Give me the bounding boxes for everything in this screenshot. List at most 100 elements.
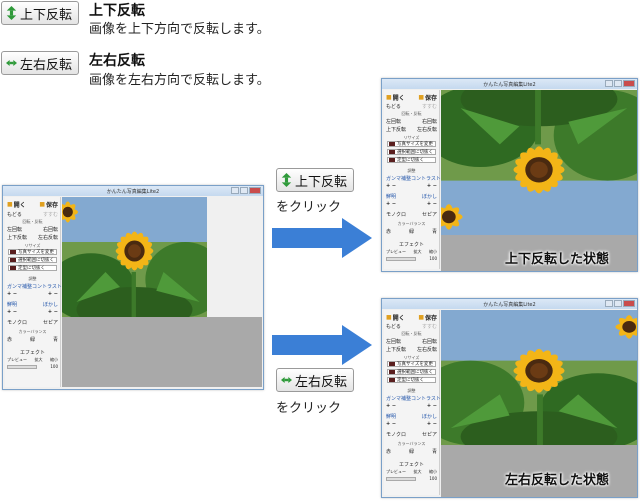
window-title: かんたん写真編集Lite2	[483, 301, 536, 308]
sharpen-stepper[interactable]: + −	[386, 201, 396, 207]
flip-v-button[interactable]: 上下反転	[7, 234, 27, 241]
contrast-label: コントラスト	[32, 284, 62, 290]
flip-v-button[interactable]: 上下反転	[386, 126, 406, 133]
contrast-stepper[interactable]: + −	[427, 183, 437, 189]
save-button[interactable]: ■ 保存	[418, 313, 437, 322]
sharpen-stepper[interactable]: + −	[7, 309, 17, 315]
resize-photo-button[interactable]: 写真サイズを変更	[8, 249, 57, 255]
gamma-stepper[interactable]: + −	[386, 183, 396, 189]
flip-vertical-button[interactable]: 上下反転	[1, 1, 79, 25]
redo-button[interactable]: すすむ	[422, 103, 437, 110]
crop-fixed-button[interactable]: 定型に切抜く	[8, 265, 57, 271]
flip-h-button[interactable]: 左右反転	[417, 346, 437, 353]
sharpen-stepper[interactable]: + −	[386, 421, 396, 427]
rotate-left-button[interactable]: 左回転	[386, 338, 401, 345]
green-stepper[interactable]: 緑	[30, 336, 35, 343]
blur-stepper[interactable]: + −	[427, 421, 437, 427]
blur-stepper[interactable]: + −	[427, 201, 437, 207]
crop-selection-button[interactable]: 選択範囲に切抜く	[387, 369, 436, 375]
maximize-icon[interactable]	[614, 80, 622, 87]
canvas-background	[62, 317, 262, 387]
tool-panel: ■ 開く ■ 保存 もどる すすむ 回転・反転 左回転 右回転 上下反転 左右反転 リサイズ…	[384, 90, 441, 269]
sepia-button[interactable]: セピア	[422, 211, 437, 218]
mono-button[interactable]: モノクロ	[7, 319, 27, 326]
mono-button[interactable]: モノクロ	[386, 211, 406, 218]
effect-button[interactable]: エフェクト	[5, 349, 60, 356]
flip-vertical-description: 画像を上下方向で反転します。	[89, 22, 270, 37]
flip-horizontal-result-label: 左右反転した状態	[505, 473, 610, 488]
open-button[interactable]: ■ 開く	[7, 200, 26, 209]
zoom-slider[interactable]	[386, 476, 416, 481]
save-button[interactable]: ■ 保存	[39, 200, 58, 209]
red-stepper[interactable]: 赤	[7, 336, 12, 343]
green-stepper[interactable]: 緑	[409, 448, 414, 455]
original-photo	[62, 197, 207, 317]
red-stepper[interactable]: 赤	[386, 228, 391, 235]
flip-vertical-button-callout[interactable]: 上下反転	[276, 168, 354, 192]
flip-horizontal-button-label: 左右反転	[19, 57, 72, 73]
contrast-stepper[interactable]: + −	[48, 291, 58, 297]
mono-button[interactable]: モノクロ	[386, 431, 406, 438]
blue-stepper[interactable]: 青	[432, 228, 437, 235]
redo-button[interactable]: すすむ	[43, 211, 58, 218]
adjust-section-label: 調整	[28, 276, 37, 281]
zoom-slider[interactable]	[386, 256, 416, 261]
rotate-left-button[interactable]: 左回転	[386, 118, 401, 125]
rotate-right-button[interactable]: 右回転	[43, 226, 58, 233]
rotate-left-button[interactable]: 左回転	[7, 226, 22, 233]
preview-label: プレビュー	[7, 357, 27, 362]
minimize-icon[interactable]	[605, 80, 613, 87]
crop-fixed-button[interactable]: 定型に切抜く	[387, 377, 436, 383]
gamma-stepper[interactable]: + −	[386, 403, 396, 409]
flip-h-button[interactable]: 左右反転	[38, 234, 58, 241]
close-icon[interactable]	[623, 300, 635, 307]
red-stepper[interactable]: 赤	[386, 448, 391, 455]
undo-button[interactable]: もどる	[386, 103, 401, 110]
blue-stepper[interactable]: 青	[432, 448, 437, 455]
blur-stepper[interactable]: + −	[48, 309, 58, 315]
resize-photo-button[interactable]: 写真サイズを変更	[387, 141, 436, 147]
contrast-stepper[interactable]: + −	[427, 403, 437, 409]
rotate-right-button[interactable]: 右回転	[422, 338, 437, 345]
flip-v-button[interactable]: 上下反転	[386, 346, 406, 353]
flip-horizontal-button-callout[interactable]: 左右反転	[276, 368, 354, 392]
window-title: かんたん写真編集Lite2	[106, 188, 160, 195]
undo-button[interactable]: もどる	[386, 323, 401, 330]
zoom-slider[interactable]	[7, 364, 37, 369]
flipped-horizontal-photo	[441, 310, 637, 445]
resize-photo-button[interactable]: 写真サイズを変更	[387, 361, 436, 367]
gamma-stepper[interactable]: + −	[7, 291, 17, 297]
green-stepper[interactable]: 緑	[409, 228, 414, 235]
zoom-in-label: 拡大	[413, 249, 422, 254]
sepia-button[interactable]: セピア	[43, 319, 58, 326]
effect-button[interactable]: エフェクト	[384, 241, 439, 248]
minimize-icon[interactable]	[605, 300, 613, 307]
blur-label: ぼかし	[421, 414, 437, 420]
open-button[interactable]: ■ 開く	[386, 93, 405, 102]
close-icon[interactable]	[249, 187, 261, 194]
blue-stepper[interactable]: 青	[53, 336, 58, 343]
save-button[interactable]: ■ 保存	[418, 93, 437, 102]
redo-button[interactable]: すすむ	[422, 323, 437, 330]
flip-horizontal-title: 左右反転	[89, 53, 145, 69]
crop-fixed-button[interactable]: 定型に切抜く	[387, 157, 436, 163]
blur-label: ぼかし	[42, 302, 58, 308]
crop-selection-button[interactable]: 選択範囲に切抜く	[387, 149, 436, 155]
folder-icon: ■	[7, 201, 13, 208]
flip-h-button[interactable]: 左右反転	[417, 126, 437, 133]
zoom-out-label: 縮小	[429, 249, 437, 254]
open-button[interactable]: ■ 開く	[386, 313, 405, 322]
effect-button[interactable]: エフェクト	[384, 461, 439, 468]
sepia-button[interactable]: セピア	[422, 431, 437, 438]
flip-horizontal-button[interactable]: 左右反転	[1, 51, 79, 75]
minimize-icon[interactable]	[231, 187, 239, 194]
undo-button[interactable]: もどる	[7, 211, 22, 218]
maximize-icon[interactable]	[240, 187, 248, 194]
crop-selection-button[interactable]: 選択範囲に切抜く	[8, 257, 57, 263]
original-app-window: かんたん写真編集Lite2 ■ 開く ■ 保存 もどる すすむ 回転・反転 左回転 右回転…	[2, 185, 264, 390]
close-icon[interactable]	[623, 80, 635, 87]
maximize-icon[interactable]	[614, 300, 622, 307]
rotate-right-button[interactable]: 右回転	[422, 118, 437, 125]
contrast-label: コントラスト	[411, 396, 441, 402]
preview-label: プレビュー	[386, 469, 406, 474]
